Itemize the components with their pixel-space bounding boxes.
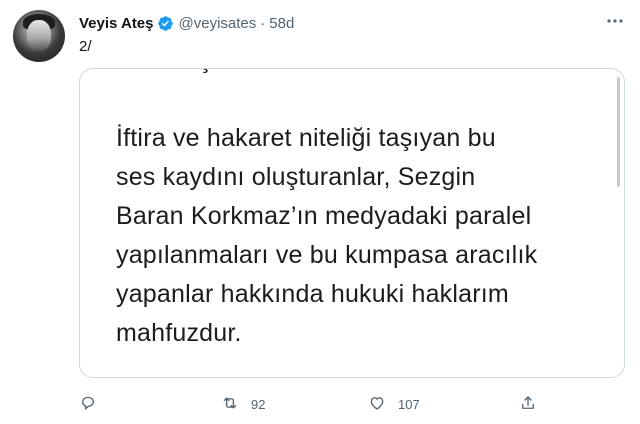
tweet-time[interactable]: 58d: [269, 15, 294, 32]
image-line: olmamıştır.: [116, 69, 586, 80]
tweet[interactable]: Veyis Ateş @veyisates · 58d 2/ olmamıştı…: [0, 0, 640, 424]
image-text: olmamıştır. İftira ve hakaret niteliği t…: [116, 69, 586, 353]
share-button[interactable]: [519, 392, 537, 416]
retweet-count: 92: [251, 396, 266, 412]
like-button[interactable]: 107: [368, 392, 420, 416]
like-count: 107: [398, 396, 420, 412]
share-icon: [519, 394, 537, 415]
image-line: İftira ve hakaret niteliği taşıyan bu: [116, 124, 496, 152]
author-handle[interactable]: @veyisates: [179, 15, 257, 32]
separator-dot: ·: [260, 14, 266, 32]
retweet-icon: [221, 394, 239, 415]
heart-icon: [368, 394, 386, 415]
reply-icon: [79, 394, 97, 415]
verified-badge-icon: [157, 15, 174, 32]
image-line: ses kaydını oluşturanlar, Sezgin: [116, 163, 476, 191]
avatar-face: [27, 20, 51, 50]
image-line-gap: [116, 80, 586, 119]
reply-button[interactable]: [79, 392, 109, 416]
image-line: Baran Korkmaz’ın medyadaki paralel: [116, 202, 532, 230]
image-scrollbar: [617, 77, 620, 187]
tweet-actions: 92 107: [79, 392, 549, 416]
image-line: mahfuzdur.: [116, 319, 242, 347]
author-name[interactable]: Veyis Ateş: [79, 15, 154, 32]
tweet-header: Veyis Ateş @veyisates · 58d: [79, 12, 294, 34]
image-line: yapanlar hakkında hukuki haklarım: [116, 280, 509, 308]
avatar[interactable]: [13, 10, 65, 62]
retweet-button[interactable]: 92: [221, 392, 265, 416]
tweet-text: 2/: [79, 38, 92, 55]
image-line: yapılanmaları ve bu kumpasa aracılık: [116, 241, 538, 269]
tweet-image[interactable]: olmamıştır. İftira ve hakaret niteliği t…: [79, 68, 625, 378]
more-icon[interactable]: [604, 14, 626, 28]
